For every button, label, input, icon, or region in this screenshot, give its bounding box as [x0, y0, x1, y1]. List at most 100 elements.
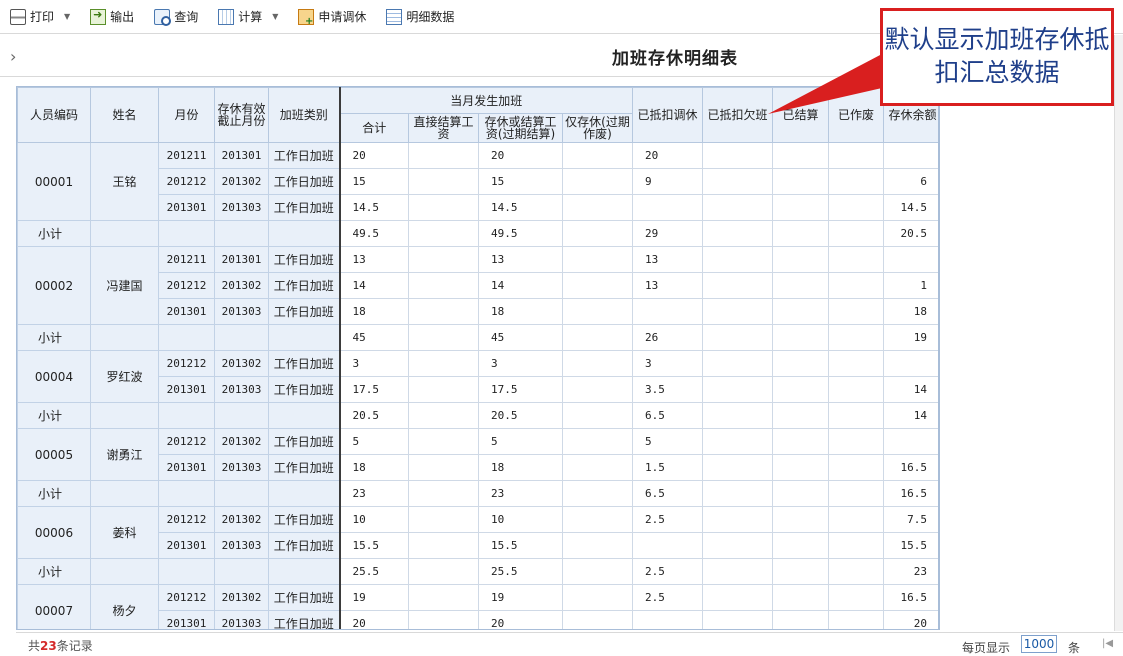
subtotal-row[interactable]: 小计 49.5 49.5 29 20.5	[17, 220, 938, 247]
header-deducted-leave[interactable]: 已抵扣调休	[632, 87, 704, 143]
cell-expiry	[214, 480, 269, 507]
cell-name: 杨夕	[90, 584, 159, 629]
cell-month: 201301	[158, 454, 215, 481]
export-button[interactable]: 输出	[90, 6, 134, 28]
cell-total: 45	[339, 324, 409, 351]
cell-ded-absence	[702, 194, 774, 221]
cell-ded-absence	[702, 142, 774, 169]
cell-store-only	[561, 272, 634, 299]
cell-ded-leave: 2.5	[632, 558, 704, 585]
header-emp-id[interactable]: 人员编码	[17, 87, 91, 143]
header-store-only[interactable]: 仅存休(过期作废)	[561, 113, 634, 143]
cell-expiry: 201303	[214, 532, 269, 559]
cell-expiry: 201302	[214, 272, 269, 299]
cell-settled	[772, 350, 830, 377]
cell-expiry: 201301	[214, 142, 269, 169]
cell-total: 17.5	[339, 376, 409, 403]
cell-direct	[408, 272, 479, 299]
cell-ded-leave: 9	[632, 168, 704, 195]
cell-ded-absence	[702, 480, 774, 507]
cell-settled	[772, 584, 830, 611]
cell-store-pay: 49.5	[478, 220, 563, 247]
page-size-input[interactable]	[1021, 635, 1057, 653]
apply-icon	[298, 8, 315, 27]
subtotal-row[interactable]: 小计 45 45 26 19	[17, 324, 938, 351]
subtotal-row[interactable]: 小计 23 23 6.5 16.5	[17, 480, 938, 507]
search-icon	[154, 8, 172, 26]
cell-type: 工作日加班	[268, 350, 341, 377]
table-row[interactable]: 00004 罗红波 201212 201302 工作日加班 3 3 3	[17, 350, 938, 403]
detail-data-button[interactable]: 明细数据	[386, 6, 454, 28]
cell-ded-leave: 6.5	[632, 480, 704, 507]
cell-voided	[828, 532, 885, 559]
chevron-down-icon[interactable]: ▼	[64, 12, 70, 21]
header-expiry-month[interactable]: 存休有效截止月份	[214, 87, 269, 143]
print-label: 打印	[30, 10, 55, 24]
cell-type: 工作日加班	[268, 194, 341, 221]
print-button[interactable]: 打印 ▼	[10, 6, 70, 28]
page-size-label: 每页显示	[962, 641, 1011, 655]
cell-ded-absence	[702, 168, 774, 195]
cell-ded-leave	[632, 610, 704, 629]
cell-store-only	[561, 584, 634, 611]
header-store-or-pay[interactable]: 存休或结算工资(过期结算)	[478, 113, 563, 143]
cell-direct	[408, 298, 479, 325]
header-total[interactable]: 合计	[339, 113, 409, 143]
chevron-down-icon[interactable]: ▼	[272, 12, 278, 21]
cell-month	[158, 402, 215, 429]
cell-month: 201212	[158, 506, 215, 533]
cell-store-only	[561, 428, 634, 455]
cell-month: 201212	[158, 168, 215, 195]
cell-direct	[408, 558, 479, 585]
cell-store-only	[561, 402, 634, 429]
header-voided[interactable]: 已作废	[828, 87, 885, 143]
cell-emp-id: 00004	[17, 350, 91, 403]
cell-balance: 18	[883, 298, 938, 325]
vertical-scrollbar[interactable]	[1114, 35, 1123, 631]
table-row[interactable]: 00005 谢勇江 201212 201302 工作日加班 5 5 5	[17, 428, 938, 481]
query-button[interactable]: 查询	[154, 6, 198, 28]
apply-leave-button[interactable]: 申请调休	[298, 6, 366, 28]
cell-name	[90, 220, 159, 247]
cell-total: 13	[339, 246, 409, 273]
header-ot-type[interactable]: 加班类别	[268, 87, 341, 143]
cell-balance: 16.5	[883, 480, 938, 507]
cell-store-pay: 23	[478, 480, 563, 507]
header-settled[interactable]: 已结算	[772, 87, 830, 143]
table-row[interactable]: 00006 姜科 201212 201302 工作日加班 10 10 2.5 7.5	[17, 506, 938, 559]
header-month[interactable]: 月份	[158, 87, 215, 143]
cell-ded-leave: 1.5	[632, 454, 704, 481]
table-row[interactable]: 00007 杨夕 201212 201302 工作日加班 19 19 2.5 16.5	[17, 584, 938, 629]
header-name[interactable]: 姓名	[90, 87, 159, 143]
first-page-icon[interactable]: |◀	[1102, 638, 1113, 649]
subtotal-row[interactable]: 小计 20.5 20.5 6.5 14	[17, 402, 938, 429]
list-icon	[386, 8, 403, 25]
query-label: 查询	[174, 10, 199, 24]
cell-expiry: 201302	[214, 428, 269, 455]
cell-emp-id: 00001	[17, 142, 91, 221]
table-row[interactable]: 00002 冯建国 201211 201301 工作日加班 13 13 13	[17, 246, 938, 325]
table-row[interactable]: 00001 王铭 201211 201301 工作日加班 20 20 20	[17, 142, 938, 221]
calc-button[interactable]: 计算 ▼	[218, 6, 278, 28]
data-grid: 人员编码 姓名 月份 存休有效截止月份 加班类别 当月发生加班 已抵扣调休 已抵…	[16, 86, 940, 630]
cell-direct	[408, 168, 479, 195]
cell-store-only	[561, 168, 634, 195]
cell-direct	[408, 402, 479, 429]
cell-store-pay: 5	[478, 428, 563, 455]
cell-name	[90, 558, 159, 585]
subtotal-row[interactable]: 小计 25.5 25.5 2.5 23	[17, 558, 938, 585]
header-deducted-absence[interactable]: 已抵扣欠班	[702, 87, 774, 143]
cell-emp-id: 00002	[17, 246, 91, 325]
cell-voided	[828, 558, 885, 585]
header-direct-pay[interactable]: 直接结算工资	[408, 113, 479, 143]
pagination-bar: 共23条记录 每页显示 条 |◀	[16, 632, 1123, 655]
cell-ded-leave: 13	[632, 272, 704, 299]
cell-balance	[883, 428, 938, 455]
cell-total: 25.5	[339, 558, 409, 585]
cell-direct	[408, 194, 479, 221]
cell-store-pay: 14	[478, 272, 563, 299]
cell-direct	[408, 610, 479, 629]
cell-settled	[772, 246, 830, 273]
cell-type: 工作日加班	[268, 376, 341, 403]
cell-type: 工作日加班	[268, 506, 341, 533]
